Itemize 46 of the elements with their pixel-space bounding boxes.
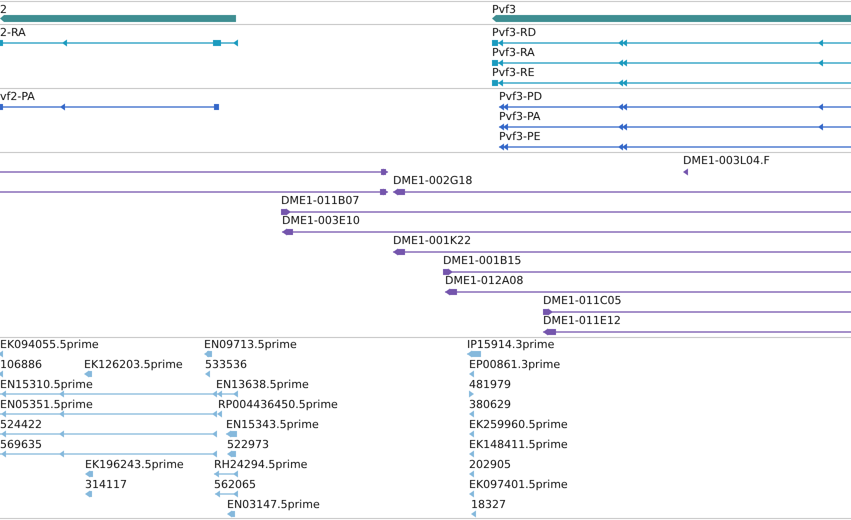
feature-label: DME1-003E10 — [282, 214, 360, 227]
feature-label: EK126203.5prime — [84, 358, 183, 371]
feature-label: RP004436450.5prime — [218, 398, 338, 411]
feature-label: 522973 — [227, 438, 269, 451]
feature-label: 569635 — [0, 438, 42, 451]
feature-label: DME1-011B07 — [281, 194, 360, 207]
feature-label: EK097401.5prime — [469, 478, 568, 491]
feature-label: EK259960.5prime — [469, 418, 568, 431]
feature-label: Pvf3 — [492, 3, 516, 16]
feature-label: EN13638.5prime — [216, 378, 309, 391]
feature-label: 106886 — [0, 358, 42, 371]
feature-label: 533536 — [205, 358, 247, 371]
feature-label: 2-RA — [0, 26, 26, 39]
feature-label: 2 — [0, 3, 7, 16]
feature-label: vf2-PA — [0, 90, 35, 103]
feature-label: EP00861.3prime — [469, 358, 560, 371]
feature-label: Pvf3-PE — [499, 130, 541, 143]
feature-label: 481979 — [469, 378, 511, 391]
feature-label: DME1-011E12 — [543, 314, 621, 327]
feature-label: EN05351.5prime — [0, 398, 93, 411]
feature-label: DME1-001B15 — [443, 254, 522, 267]
feature-label: DME1-012A08 — [445, 274, 524, 287]
feature-label: Pvf3-PD — [499, 90, 542, 103]
feature-label: 524422 — [0, 418, 42, 431]
feature-label: RH24294.5prime — [214, 458, 308, 471]
feature-label: Pvf3-RD — [492, 26, 536, 39]
feature-label: Pvf3-PA — [499, 110, 540, 123]
feature-label: IP15914.3prime — [467, 338, 554, 351]
feature-label: 202905 — [469, 458, 511, 471]
feature-label: EN15310.5prime — [0, 378, 93, 391]
feature-label: DME1-001K22 — [393, 234, 472, 247]
feature-label: Pvf3-RE — [492, 66, 535, 79]
feature-label: 562065 — [214, 478, 256, 491]
feature-label: EK094055.5prime — [0, 338, 99, 351]
feature-label: DME1-003L04.F — [683, 154, 770, 167]
feature-label: 18327 — [471, 498, 506, 511]
feature-label: 380629 — [469, 398, 511, 411]
feature-label: EK196243.5prime — [85, 458, 184, 471]
feature-label: EN03147.5prime — [227, 498, 320, 511]
feature-label: DME1-011C05 — [543, 294, 622, 307]
feature-label: Pvf3-RA — [492, 46, 535, 59]
feature-label: DME1-002G18 — [393, 174, 472, 187]
feature-label: EN15343.5prime — [226, 418, 319, 431]
feature-label: EK148411.5prime — [469, 438, 568, 451]
feature-label: 314117 — [85, 478, 127, 491]
feature-label: EN09713.5prime — [204, 338, 297, 351]
